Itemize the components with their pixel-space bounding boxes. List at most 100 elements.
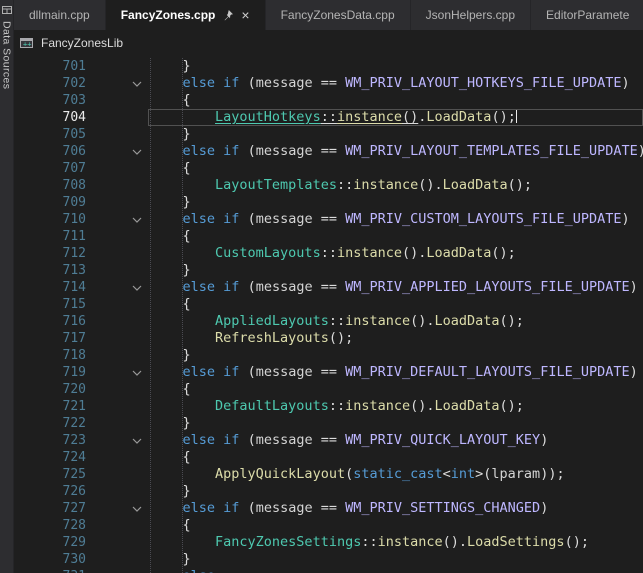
code-line: 727 else if (message == WM_PRIV_SETTINGS… bbox=[14, 500, 643, 517]
line-number: 716 bbox=[14, 313, 86, 330]
fold-margin bbox=[86, 568, 148, 573]
fold-margin bbox=[86, 245, 148, 262]
tab-bar: dllmain.cpp FancyZones.cpp × FancyZonesData… bbox=[14, 0, 643, 30]
line-number: 709 bbox=[14, 194, 86, 211]
tab-label: FancyZones.cpp bbox=[121, 8, 216, 22]
code-text[interactable]: { bbox=[148, 449, 643, 466]
tab-FancyZonesData.cpp[interactable]: FancyZonesData.cpp bbox=[266, 0, 411, 30]
code-line: 715 { bbox=[14, 296, 643, 313]
line-number: 710 bbox=[14, 211, 86, 228]
close-icon[interactable]: × bbox=[241, 8, 249, 22]
line-number: 727 bbox=[14, 500, 86, 517]
code-text[interactable]: { bbox=[148, 92, 643, 109]
fold-chevron-icon[interactable] bbox=[86, 364, 148, 381]
code-text[interactable]: else if (message == WM_PRIV_LAYOUT_HOTKE… bbox=[148, 75, 643, 92]
code-text[interactable]: else bbox=[148, 568, 643, 573]
line-number: 717 bbox=[14, 330, 86, 347]
code-text[interactable]: } bbox=[148, 262, 643, 279]
navigation-bar[interactable]: ++ FancyZonesLib bbox=[14, 30, 643, 56]
code-text[interactable]: else if (message == WM_PRIV_QUICK_LAYOUT… bbox=[148, 432, 643, 449]
code-text[interactable]: } bbox=[148, 551, 643, 568]
code-line: 709 } bbox=[14, 194, 643, 211]
pin-icon[interactable] bbox=[222, 9, 234, 21]
code-line: 725 ApplyQuickLayout(static_cast<int>(lp… bbox=[14, 466, 643, 483]
code-text[interactable]: LayoutHotkeys::instance().LoadData(); bbox=[148, 109, 643, 126]
code-text[interactable]: } bbox=[148, 58, 643, 75]
fold-chevron-icon[interactable] bbox=[86, 143, 148, 160]
fold-margin bbox=[86, 534, 148, 551]
code-line: 729 FancyZonesSettings::instance().LoadS… bbox=[14, 534, 643, 551]
fold-chevron-icon[interactable] bbox=[86, 75, 148, 92]
code-text[interactable]: } bbox=[148, 483, 643, 500]
code-text[interactable]: { bbox=[148, 517, 643, 534]
code-line: 708 LayoutTemplates::instance().LoadData… bbox=[14, 177, 643, 194]
code-line: 728 { bbox=[14, 517, 643, 534]
code-text[interactable]: RefreshLayouts(); bbox=[148, 330, 643, 347]
tab-label: FancyZonesData.cpp bbox=[281, 8, 395, 22]
fold-margin bbox=[86, 551, 148, 568]
code-text[interactable]: LayoutTemplates::instance().LoadData(); bbox=[148, 177, 643, 194]
fold-chevron-icon[interactable] bbox=[86, 500, 148, 517]
code-text[interactable]: } bbox=[148, 194, 643, 211]
code-line: 713 } bbox=[14, 262, 643, 279]
code-line: 726 } bbox=[14, 483, 643, 500]
fold-margin bbox=[86, 449, 148, 466]
line-number: 706 bbox=[14, 143, 86, 160]
fold-margin bbox=[86, 228, 148, 245]
code-line: 710 else if (message == WM_PRIV_CUSTOM_L… bbox=[14, 211, 643, 228]
code-line: 718 } bbox=[14, 347, 643, 364]
code-text[interactable]: } bbox=[148, 415, 643, 432]
code-text[interactable]: { bbox=[148, 160, 643, 177]
tool-window-label: Data Sources bbox=[1, 21, 13, 89]
code-line: 717 RefreshLayouts(); bbox=[14, 330, 643, 347]
code-text[interactable]: else if (message == WM_PRIV_CUSTOM_LAYOU… bbox=[148, 211, 643, 228]
code-text[interactable]: FancyZonesSettings::instance().LoadSetti… bbox=[148, 534, 643, 551]
line-number: 719 bbox=[14, 364, 86, 381]
code-text[interactable]: AppliedLayouts::instance().LoadData(); bbox=[148, 313, 643, 330]
fold-margin bbox=[86, 160, 148, 177]
code-text[interactable]: DefaultLayouts::instance().LoadData(); bbox=[148, 398, 643, 415]
code-line: 712 CustomLayouts::instance().LoadData()… bbox=[14, 245, 643, 262]
code-line: 716 AppliedLayouts::instance().LoadData(… bbox=[14, 313, 643, 330]
code-text[interactable]: else if (message == WM_PRIV_DEFAULT_LAYO… bbox=[148, 364, 643, 381]
fold-margin bbox=[86, 398, 148, 415]
tab-label: EditorParamete bbox=[546, 8, 629, 22]
tab-label: dllmain.cpp bbox=[29, 8, 90, 22]
fold-chevron-icon[interactable] bbox=[86, 279, 148, 296]
tab-dllmain.cpp[interactable]: dllmain.cpp bbox=[14, 0, 106, 30]
line-number: 702 bbox=[14, 75, 86, 92]
fold-margin bbox=[86, 330, 148, 347]
line-number: 730 bbox=[14, 551, 86, 568]
code-text[interactable]: { bbox=[148, 381, 643, 398]
fold-margin bbox=[86, 381, 148, 398]
code-text[interactable]: } bbox=[148, 347, 643, 364]
code-text[interactable]: else if (message == WM_PRIV_LAYOUT_TEMPL… bbox=[148, 143, 643, 160]
code-line: 707 { bbox=[14, 160, 643, 177]
line-number: 723 bbox=[14, 432, 86, 449]
code-text[interactable]: ApplyQuickLayout(static_cast<int>(lparam… bbox=[148, 466, 643, 483]
code-text[interactable]: CustomLayouts::instance().LoadData(); bbox=[148, 245, 643, 262]
fold-margin bbox=[86, 313, 148, 330]
line-number: 728 bbox=[14, 517, 86, 534]
code-line: 719 else if (message == WM_PRIV_DEFAULT_… bbox=[14, 364, 643, 381]
code-text[interactable]: { bbox=[148, 296, 643, 313]
code-text[interactable]: else if (message == WM_PRIV_SETTINGS_CHA… bbox=[148, 500, 643, 517]
code-line: 723 else if (message == WM_PRIV_QUICK_LA… bbox=[14, 432, 643, 449]
code-text[interactable]: { bbox=[148, 228, 643, 245]
line-number: 731 bbox=[14, 568, 86, 573]
code-text[interactable]: else if (message == WM_PRIV_APPLIED_LAYO… bbox=[148, 279, 643, 296]
line-number: 701 bbox=[14, 58, 86, 75]
breadcrumb-project: FancyZonesLib bbox=[41, 36, 123, 50]
line-number: 713 bbox=[14, 262, 86, 279]
fold-chevron-icon[interactable] bbox=[86, 211, 148, 228]
code-text[interactable]: } bbox=[148, 126, 643, 143]
tab-JsonHelpers.cpp[interactable]: JsonHelpers.cpp bbox=[411, 0, 531, 30]
collapsed-tool-window-data-sources[interactable]: Data Sources bbox=[0, 0, 14, 573]
tab-EditorParamete[interactable]: EditorParamete bbox=[531, 0, 643, 30]
tab-FancyZones.cpp[interactable]: FancyZones.cpp × bbox=[106, 0, 266, 30]
code-line: 731 else bbox=[14, 568, 643, 573]
code-line: 702 else if (message == WM_PRIV_LAYOUT_H… bbox=[14, 75, 643, 92]
line-number: 711 bbox=[14, 228, 86, 245]
fold-chevron-icon[interactable] bbox=[86, 432, 148, 449]
editor-group: dllmain.cpp FancyZones.cpp × FancyZonesData… bbox=[14, 0, 643, 573]
